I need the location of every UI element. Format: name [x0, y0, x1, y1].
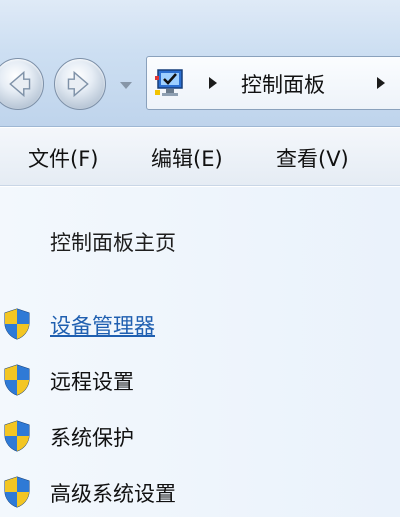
task-label: 设备管理器 — [50, 314, 155, 338]
uac-shield-icon — [4, 364, 30, 396]
forward-arrow-icon — [67, 70, 89, 98]
menu-edit[interactable]: 编辑(E) — [151, 143, 223, 173]
task-advanced-system-settings[interactable]: 高级系统设置 — [0, 473, 400, 513]
task-label: 远程设置 — [50, 370, 134, 394]
task-remote-settings[interactable]: 远程设置 — [0, 361, 400, 401]
back-arrow-icon — [9, 70, 31, 98]
control-panel-home-link[interactable]: 控制面板主页 — [50, 227, 176, 257]
forward-button[interactable] — [54, 58, 106, 110]
breadcrumb-chevron-icon[interactable] — [377, 77, 385, 89]
control-panel-icon — [155, 69, 183, 96]
uac-shield-icon — [4, 476, 30, 508]
recent-pages-dropdown[interactable] — [120, 82, 132, 89]
task-device-manager[interactable]: 设备管理器 — [0, 305, 400, 345]
uac-shield-icon — [4, 420, 30, 452]
breadcrumb-control-panel[interactable]: 控制面板 — [241, 69, 325, 99]
breadcrumb-chevron-icon[interactable] — [209, 77, 217, 89]
address-bar[interactable]: 控制面板 — [146, 56, 400, 110]
window-toolbar: 控制面板 — [0, 0, 400, 127]
menu-file[interactable]: 文件(F) — [28, 143, 98, 173]
menu-bar: 文件(F) 编辑(E) 查看(V) — [0, 128, 400, 186]
task-label: 系统保护 — [50, 426, 134, 450]
uac-shield-icon — [4, 308, 30, 340]
back-button[interactable] — [0, 58, 44, 110]
task-system-protection[interactable]: 系统保护 — [0, 417, 400, 457]
task-pane: 控制面板主页 设备管理器 远程设置 系统保护 高级系统设置 — [0, 187, 400, 517]
task-label: 高级系统设置 — [50, 482, 176, 506]
menu-view[interactable]: 查看(V) — [276, 143, 349, 173]
